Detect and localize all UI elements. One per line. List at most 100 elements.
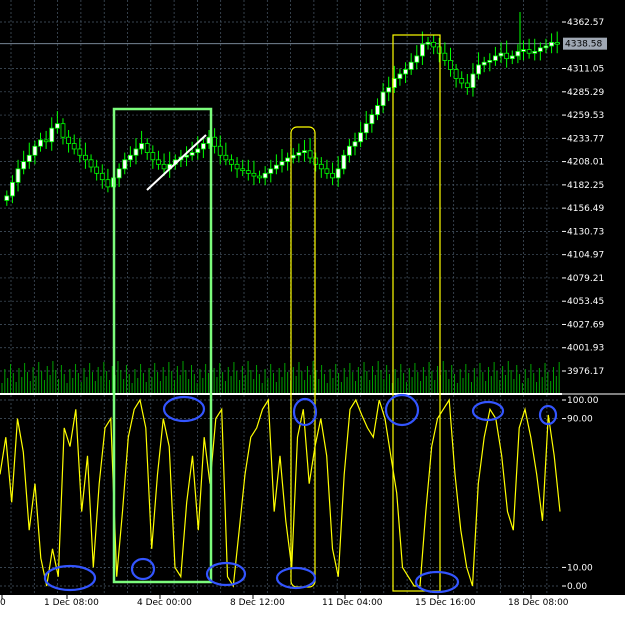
candle-body — [330, 172, 335, 179]
candle-body — [554, 41, 560, 45]
candle-body — [54, 123, 60, 129]
candle-body — [15, 168, 21, 183]
candle-body — [420, 43, 425, 57]
candle-body — [504, 52, 510, 60]
time-tick-label: 1 Dec 08:00 — [44, 598, 99, 608]
price-tick-label: 4233.77 — [567, 134, 604, 144]
candle-body — [268, 168, 274, 174]
price-tick-label: 4362.57 — [567, 18, 604, 28]
time-tick-label: 18 Dec 08:00 — [508, 598, 569, 608]
candle-body — [459, 78, 465, 84]
candle-body — [127, 154, 133, 161]
candle-body — [487, 60, 493, 63]
candle-body — [105, 179, 111, 188]
osc-tick-label: 0.00 — [567, 582, 587, 592]
candle-body — [318, 163, 324, 170]
price-tick-label: 4053.45 — [567, 297, 604, 307]
candle-body — [229, 159, 234, 165]
candle-body — [150, 152, 156, 161]
candle-body — [341, 154, 347, 170]
candle-body — [38, 139, 43, 147]
candle-body — [442, 52, 448, 61]
candle-body — [245, 170, 251, 174]
candle-body — [352, 141, 358, 147]
candle-body — [156, 159, 161, 165]
candle-body — [217, 145, 223, 156]
candle-body — [99, 172, 105, 181]
candle-body — [493, 55, 498, 61]
price-tick-label: 4079.21 — [567, 274, 604, 284]
candle-body — [189, 152, 195, 156]
candle-body — [537, 47, 543, 52]
candle-body — [290, 154, 296, 159]
candle-body — [414, 55, 420, 63]
price-tick-label: 4156.49 — [567, 204, 604, 214]
price-tick-label: 4182.25 — [567, 181, 604, 191]
chart-canvas[interactable]: 4362.57 4311.05 4285.29 4259.53 4233.77 4208.… — [0, 0, 625, 617]
time-tick-label: 15 Dec 16:00 — [415, 598, 476, 608]
osc-tick-label: 90.00 — [567, 415, 593, 425]
candle-body — [448, 60, 453, 70]
price-tick-label: 4027.69 — [567, 320, 604, 330]
time-tick-label: 0 — [0, 598, 6, 608]
candle-body — [234, 163, 240, 170]
candle-body — [346, 145, 352, 156]
candle-body — [60, 123, 66, 138]
candle-body — [285, 157, 291, 163]
candle-body — [526, 49, 532, 54]
candle-body — [223, 154, 229, 161]
candle-body — [257, 175, 262, 179]
price-tick-label: 4259.53 — [567, 111, 604, 121]
price-tick-label: 3976.17 — [567, 367, 604, 377]
candle-body — [77, 148, 83, 156]
candle-body — [408, 61, 414, 70]
price-tick-label: 4130.73 — [567, 227, 604, 237]
candle-body — [431, 41, 437, 48]
candle-body — [296, 152, 302, 156]
candle-body — [240, 168, 246, 172]
candle-body — [26, 154, 32, 163]
price-tick-label: 4311.05 — [567, 65, 604, 75]
candle-body — [363, 123, 369, 134]
candle-body — [4, 195, 10, 201]
candle-body — [273, 164, 279, 170]
candle-body — [521, 49, 526, 52]
candle-body — [195, 148, 201, 153]
candle-body — [386, 87, 392, 93]
candle-body — [43, 139, 49, 143]
candle-body — [262, 172, 268, 179]
candle-body — [549, 41, 554, 47]
candle-body — [307, 150, 313, 159]
candle-body — [313, 157, 319, 165]
candle-body — [279, 161, 285, 166]
candle-body — [543, 45, 549, 49]
candle-body — [66, 136, 71, 144]
price-tick-label: 4001.93 — [567, 344, 604, 354]
candle-body — [133, 148, 139, 156]
candle-body — [161, 163, 167, 170]
candle-body — [358, 132, 364, 143]
candle-body — [94, 166, 100, 174]
candle-body — [324, 168, 330, 174]
candle-body — [88, 159, 94, 168]
time-tick-label: 8 Dec 12:00 — [230, 598, 285, 608]
candle-body — [453, 69, 459, 79]
candle-body — [200, 143, 206, 150]
chart-window[interactable]: 4362.57 4311.05 4285.29 4259.53 4233.77 4208.… — [0, 0, 625, 617]
candle-body — [335, 168, 341, 179]
candle-body — [464, 82, 470, 88]
price-pane[interactable] — [0, 0, 562, 393]
candle-body — [122, 159, 128, 170]
candle-body — [425, 41, 431, 45]
candle-body — [302, 150, 307, 153]
osc-tick-label: 10.00 — [567, 563, 593, 573]
current-price-label: 4338.58 — [565, 40, 602, 50]
candle-body — [71, 143, 77, 150]
time-tick-label: 4 Dec 00:00 — [137, 598, 192, 608]
candle-body — [375, 105, 380, 116]
candle-body — [403, 69, 408, 75]
candle-body — [498, 52, 504, 57]
candle-body — [509, 55, 515, 60]
price-tick-label: 4208.01 — [567, 158, 604, 168]
candle-body — [515, 51, 521, 57]
